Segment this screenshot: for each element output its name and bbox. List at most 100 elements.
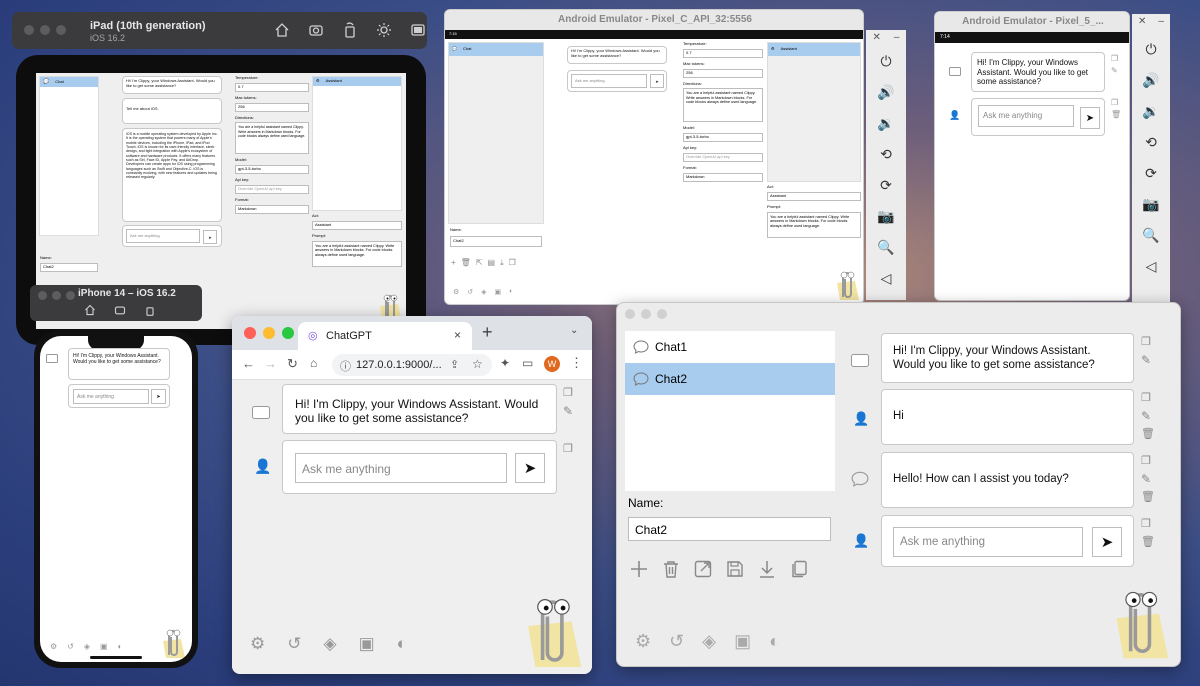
settings-icon[interactable]: ⚙ bbox=[50, 642, 57, 651]
copy-icon[interactable]: ❐ bbox=[1141, 517, 1151, 530]
close-dot[interactable] bbox=[38, 291, 47, 300]
history-icon[interactable]: ↺ bbox=[287, 634, 301, 654]
settings-icon[interactable]: ⚙ bbox=[635, 631, 651, 652]
display-icon[interactable]: ▣ bbox=[495, 288, 502, 296]
minimize-dot[interactable] bbox=[641, 309, 651, 319]
zoom-icon[interactable]: 🔍 bbox=[1142, 227, 1159, 244]
power-icon[interactable]: ⏻ bbox=[880, 53, 891, 70]
app-chat-input[interactable]: Ask me anything bbox=[893, 527, 1083, 557]
ipad-chat-input[interactable]: Ask me anything bbox=[126, 229, 200, 243]
new-tab-icon[interactable]: + bbox=[482, 322, 493, 343]
minimize-icon[interactable]: – bbox=[894, 32, 900, 43]
brightness-icon[interactable] bbox=[376, 22, 392, 38]
copy-icon[interactable]: ❐ bbox=[1141, 335, 1151, 348]
zoom-dot[interactable] bbox=[282, 327, 294, 339]
minimize-dot[interactable] bbox=[40, 25, 50, 35]
edit-icon[interactable]: ✎ bbox=[1141, 472, 1151, 486]
home-icon[interactable] bbox=[84, 304, 96, 316]
download-icon[interactable]: ⤓ bbox=[500, 258, 504, 268]
settings-icon[interactable]: ⚙ bbox=[250, 634, 265, 654]
star-icon[interactable]: ☆ bbox=[472, 357, 483, 371]
copy-icon[interactable] bbox=[789, 559, 809, 579]
act-input[interactable]: Assistant bbox=[312, 220, 402, 230]
ipad-name-input[interactable]: Chat2 bbox=[40, 263, 98, 272]
volume-up-icon[interactable]: 🔊 bbox=[1142, 72, 1159, 89]
copy-icon[interactable]: ❐ bbox=[563, 386, 573, 399]
rotate-icon[interactable] bbox=[342, 22, 358, 38]
profile-avatar[interactable]: W bbox=[544, 356, 560, 372]
chrome-send-button[interactable]: ➤ bbox=[515, 453, 545, 483]
zoom-dot[interactable] bbox=[657, 309, 667, 319]
volume-down-icon[interactable]: 🔉 bbox=[877, 115, 894, 132]
extensions-icon[interactable]: ✦ bbox=[500, 356, 510, 370]
camera-icon[interactable]: 📷 bbox=[1142, 196, 1159, 213]
tablet-assistant-item[interactable]: ⚙ Assistant bbox=[768, 43, 860, 56]
share-icon[interactable]: ⇪ bbox=[450, 358, 459, 371]
screenshot-icon[interactable] bbox=[114, 304, 126, 316]
delete-icon[interactable]: 🗑 bbox=[461, 258, 471, 268]
history-icon[interactable]: ↺ bbox=[467, 288, 473, 296]
save-icon[interactable]: ▤ bbox=[488, 258, 496, 268]
back-icon[interactable]: ◁ bbox=[881, 270, 892, 287]
export-icon[interactable]: ⇱ bbox=[476, 258, 483, 268]
minimize-icon[interactable]: – bbox=[1158, 16, 1164, 27]
rotate-left-icon[interactable]: ⟲ bbox=[880, 146, 892, 163]
directions-input[interactable]: You are a helpful assistant named Clippy… bbox=[683, 88, 763, 123]
zoom-icon[interactable]: 🔍 bbox=[877, 239, 894, 256]
sidebar-icon[interactable]: ▭ bbox=[522, 356, 533, 370]
iphone-send-button[interactable]: ➤ bbox=[151, 389, 166, 404]
close-dot[interactable] bbox=[625, 309, 635, 319]
forward-icon[interactable]: → bbox=[264, 356, 277, 371]
phone-send-button[interactable]: ➤ bbox=[1080, 107, 1100, 129]
save-icon[interactable] bbox=[725, 559, 745, 579]
info-icon[interactable]: ⓘ bbox=[340, 358, 351, 374]
menu-icon[interactable]: ⋮ bbox=[570, 355, 583, 371]
add-icon[interactable]: + bbox=[451, 258, 456, 268]
tablet-send-button[interactable]: ➤ bbox=[650, 74, 664, 88]
format-select[interactable]: Markdown bbox=[235, 204, 309, 214]
edit-icon[interactable]: ✎ bbox=[1141, 353, 1151, 367]
tab-close-icon[interactable]: × bbox=[454, 328, 461, 342]
format-select[interactable]: Markdown bbox=[683, 172, 763, 182]
theme-icon[interactable]: ◐ bbox=[118, 642, 123, 651]
phone-chat-input[interactable]: Ask me anything bbox=[978, 105, 1074, 127]
delete-icon[interactable]: 🗑 bbox=[1141, 490, 1155, 503]
iphone-chat-input[interactable]: Ask me anything bbox=[73, 389, 149, 404]
zoom-dot[interactable] bbox=[66, 291, 75, 300]
address-bar[interactable]: ⓘ 127.0.0.1:9000/... ⇪ ☆ bbox=[332, 354, 492, 376]
history-icon[interactable]: ↺ bbox=[669, 631, 684, 652]
screenshot-icon[interactable] bbox=[308, 22, 324, 38]
delete-icon[interactable]: 🗑 bbox=[1111, 110, 1121, 119]
edit-icon[interactable]: ✎ bbox=[1111, 66, 1118, 75]
delete-icon[interactable]: 🗑 bbox=[1141, 535, 1155, 548]
ipad-assistant-item[interactable]: ⚙ Assistant bbox=[313, 77, 401, 86]
volume-up-icon[interactable]: 🔊 bbox=[877, 84, 894, 101]
theme-icon[interactable]: ◐ bbox=[769, 631, 780, 652]
copy-icon[interactable]: ❐ bbox=[563, 442, 573, 455]
share-icon[interactable]: ◈ bbox=[84, 642, 90, 651]
close-icon[interactable]: ✕ bbox=[873, 32, 881, 43]
close-dot[interactable] bbox=[244, 327, 256, 339]
tablet-name-input[interactable]: Chat2 bbox=[450, 236, 542, 247]
edit-icon[interactable]: ✎ bbox=[563, 404, 573, 418]
device-icon[interactable] bbox=[410, 22, 426, 38]
display-icon[interactable]: ▣ bbox=[359, 634, 375, 654]
copy-icon[interactable]: ❐ bbox=[1111, 98, 1118, 107]
volume-down-icon[interactable]: 🔉 bbox=[1142, 103, 1159, 120]
download-icon[interactable] bbox=[757, 559, 777, 579]
copy-icon[interactable]: ❐ bbox=[509, 258, 516, 268]
ipad-send-button[interactable]: ➤ bbox=[203, 230, 217, 244]
home-icon[interactable]: ⌂ bbox=[310, 356, 317, 370]
edit-icon[interactable]: ✎ bbox=[1141, 409, 1151, 423]
api-key-input[interactable]: Override OpenAI api key bbox=[235, 184, 309, 194]
copy-icon[interactable]: ❐ bbox=[1141, 454, 1151, 467]
chrome-chat-input[interactable]: Ask me anything bbox=[295, 453, 507, 483]
close-dot[interactable] bbox=[24, 25, 34, 35]
close-icon[interactable]: ✕ bbox=[1138, 16, 1146, 27]
chat-name-input[interactable]: Chat2 bbox=[628, 517, 831, 541]
ipad-sidebar-item-chat[interactable]: 💬 Chat bbox=[40, 77, 98, 87]
act-input[interactable]: Assistant bbox=[767, 191, 861, 201]
rotate-icon[interactable] bbox=[144, 304, 156, 316]
tab-chatgpt[interactable]: ◎ ChatGPT × bbox=[298, 322, 472, 350]
copy-icon[interactable]: ❐ bbox=[1111, 54, 1118, 63]
